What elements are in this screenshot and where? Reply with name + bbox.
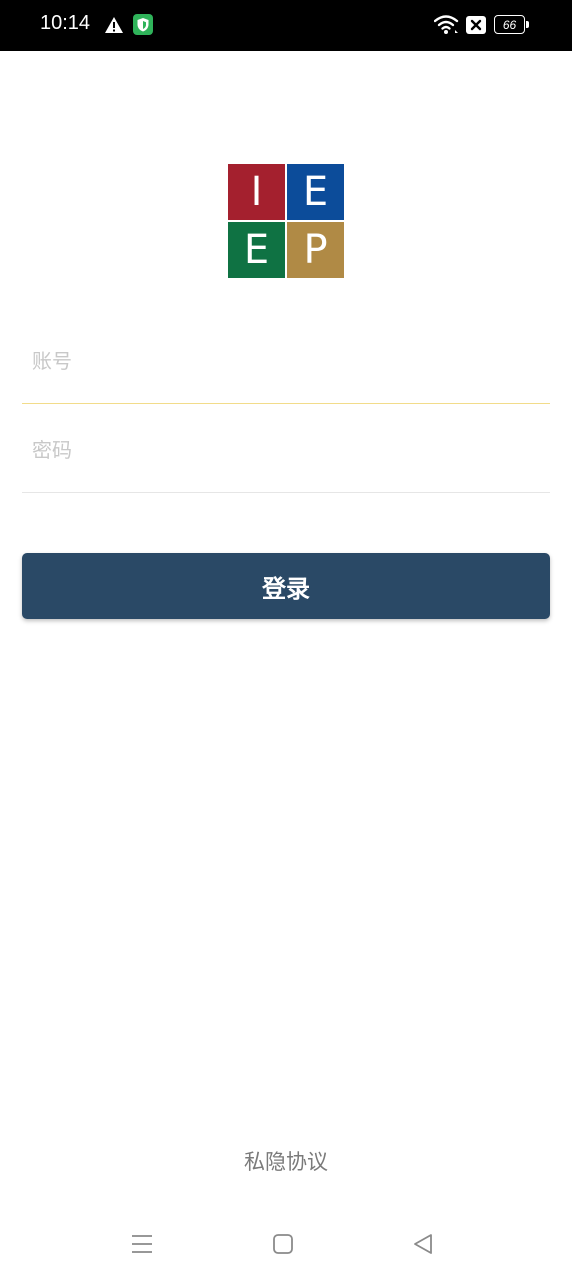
home-icon[interactable] [271,1232,295,1256]
login-button[interactable]: 登录 [22,553,550,619]
system-nav-bar [0,1210,572,1280]
password-underline [22,492,550,493]
password-input[interactable] [22,421,550,479]
account-input[interactable] [22,332,550,390]
logo-letter-e: E [287,164,344,220]
privacy-policy-link[interactable]: 私隐协议 [0,1146,572,1176]
battery-tip [526,21,529,28]
status-time: 10:14 [40,12,91,34]
shield-icon [133,14,153,35]
wifi-icon [434,15,459,34]
back-icon[interactable] [411,1232,435,1256]
logo-letter-i: I [228,164,285,220]
battery-level: 66 [494,15,525,34]
account-underline [22,403,550,404]
no-sim-icon [466,16,486,34]
battery-icon: 66 [494,15,529,34]
status-bar: 10:14 66 [0,0,572,51]
logo-letter-p: P [287,222,344,278]
logo-letter-e-2: E [228,222,285,278]
menu-icon[interactable] [130,1232,154,1256]
ieep-logo: I E E P [228,164,344,279]
login-screen: 10:14 66 I E E P 账号 登录 私隐协议 [0,0,572,1280]
warning-icon [105,17,123,33]
